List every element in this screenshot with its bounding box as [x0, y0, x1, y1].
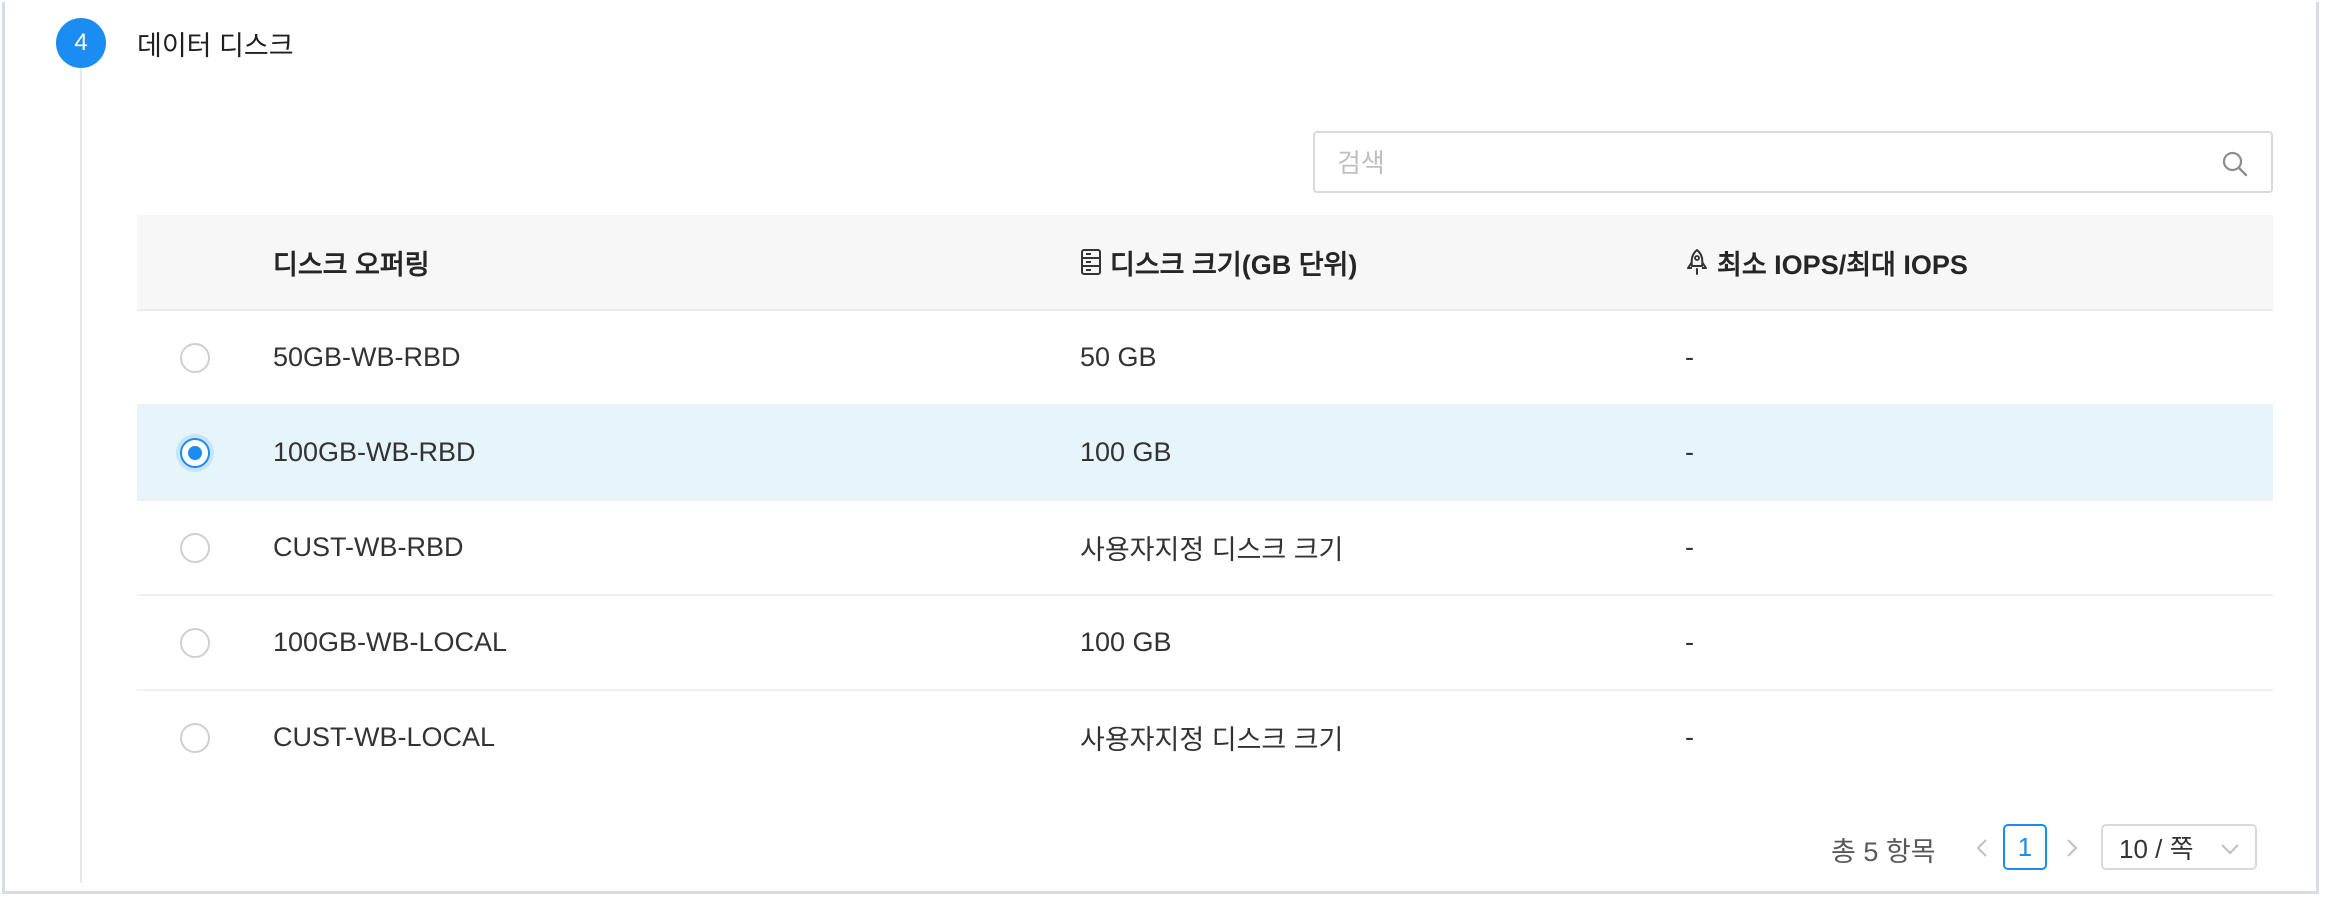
column-header-iops[interactable]: 최소 IOPS/최대 IOPS — [1685, 215, 1968, 309]
section-title: 데이터 디스크 — [137, 31, 294, 61]
table-row[interactable]: CUST-WB-RBD 사용자지정 디스크 크기 - — [137, 501, 2273, 596]
row-radio-button[interactable] — [180, 723, 210, 753]
row-radio-button[interactable] — [180, 628, 210, 658]
chevron-down-icon — [2221, 844, 2239, 855]
iops-value: - — [1685, 722, 1694, 752]
disk-offering-name: 50GB-WB-RBD — [273, 342, 461, 372]
disk-size-value: 100 GB — [1080, 627, 1172, 657]
row-radio-button[interactable] — [180, 343, 210, 373]
search-input[interactable] — [1335, 133, 2199, 193]
page-1-button[interactable]: 1 — [2003, 824, 2047, 870]
iops-value: - — [1685, 342, 1694, 372]
iops-value: - — [1685, 532, 1694, 562]
next-page-icon[interactable] — [2059, 836, 2083, 860]
search-box[interactable] — [1313, 131, 2273, 193]
total-items-label: 총 5 항목 — [1831, 837, 1936, 867]
iops-value: - — [1685, 437, 1694, 467]
page-size-select[interactable]: 10 / 쪽 — [2101, 824, 2257, 870]
disk-size-value: 50 GB — [1080, 342, 1157, 372]
column-header-disk-size[interactable]: 디스크 크기(GB 단위) — [1080, 215, 1357, 309]
rocket-icon — [1687, 249, 1707, 275]
disk-offering-name: 100GB-WB-RBD — [273, 437, 476, 467]
step-connector-line — [80, 68, 82, 883]
page-size-value: 10 / 쪽 — [2119, 833, 2194, 864]
table-row-selected[interactable]: 100GB-WB-RBD 100 GB - — [137, 406, 2273, 501]
storage-icon — [1081, 249, 1101, 275]
row-radio-button-selected[interactable] — [180, 438, 210, 468]
column-header-label: 디스크 오퍼링 — [273, 249, 430, 280]
previous-page-icon[interactable] — [1971, 836, 1995, 860]
table-header: 디스크 오퍼링 디스크 크기(GB 단위) 최소 IOPS/최대 IOPS — [137, 215, 2273, 311]
column-header-label: 최소 IOPS/최대 IOPS — [1717, 249, 1968, 280]
table-row[interactable]: 100GB-WB-LOCAL 100 GB - — [137, 596, 2273, 691]
iops-value: - — [1685, 627, 1694, 657]
table-row[interactable]: 50GB-WB-RBD 50 GB - — [137, 311, 2273, 406]
column-header-label: 디스크 크기(GB 단위) — [1110, 249, 1358, 280]
table-row[interactable]: CUST-WB-LOCAL 사용자지정 디스크 크기 - — [137, 691, 2273, 784]
disk-offering-name: CUST-WB-LOCAL — [273, 722, 496, 752]
disk-offering-table: 디스크 오퍼링 디스크 크기(GB 단위) 최소 IOPS/최대 IOPS 50… — [137, 215, 2273, 784]
search-icon[interactable] — [2221, 150, 2249, 178]
step-number-badge: 4 — [56, 18, 106, 68]
column-header-disk-offering[interactable]: 디스크 오퍼링 — [273, 215, 430, 309]
disk-size-value: 100 GB — [1080, 437, 1172, 467]
disk-size-value: 사용자지정 디스크 크기 — [1080, 725, 1344, 755]
disk-size-value: 사용자지정 디스크 크기 — [1080, 535, 1344, 565]
disk-offering-name: CUST-WB-RBD — [273, 532, 464, 562]
disk-offering-name: 100GB-WB-LOCAL — [273, 627, 508, 657]
data-disk-panel: 4 데이터 디스크 디스크 오퍼링 디스크 크기(GB 단 — [2, 2, 2319, 894]
row-radio-button[interactable] — [180, 533, 210, 563]
